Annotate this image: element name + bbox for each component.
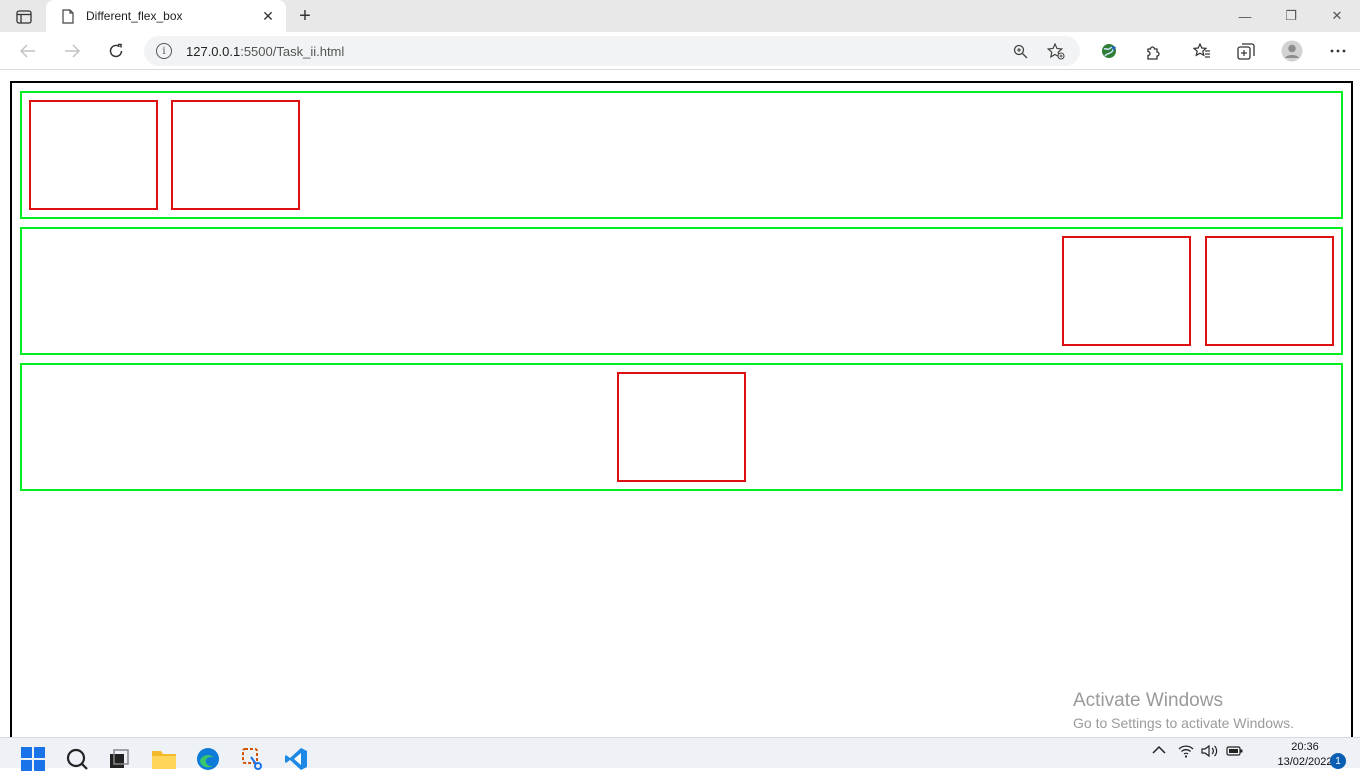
minimize-button[interactable]: — (1222, 0, 1268, 32)
page-icon (60, 8, 76, 24)
tab-strip: Different_flex_box ✕ + — ❐ ✕ (0, 0, 1360, 32)
wifi-icon[interactable] (1178, 744, 1194, 761)
flex-item (29, 100, 158, 210)
browser-toolbar: i 127.0.0.1:5500/Task_ii.html (0, 32, 1360, 70)
watermark-subtitle: Go to Settings to activate Windows. (1073, 715, 1294, 731)
clock-time: 20:36 (1291, 741, 1319, 753)
favorites-icon[interactable] (1188, 37, 1216, 65)
url-text[interactable]: 127.0.0.1:5500/Task_ii.html (186, 44, 996, 59)
search-icon[interactable] (64, 746, 90, 772)
new-tab-button[interactable]: + (292, 4, 318, 28)
tab-actions-icon[interactable] (10, 6, 38, 28)
extensions-icon[interactable] (1139, 37, 1167, 65)
more-menu-icon[interactable] (1324, 37, 1352, 65)
battery-icon[interactable] (1226, 744, 1244, 761)
add-favorite-icon[interactable] (1044, 39, 1068, 63)
flex-row-start (20, 91, 1343, 219)
flex-row-end (20, 227, 1343, 355)
volume-icon[interactable] (1201, 744, 1219, 761)
window-controls: — ❐ ✕ (1222, 0, 1360, 32)
collections-icon[interactable] (1232, 37, 1260, 65)
notification-badge[interactable]: 1 (1330, 753, 1346, 769)
outer-container (10, 81, 1353, 761)
address-bar[interactable]: i 127.0.0.1:5500/Task_ii.html (144, 36, 1080, 66)
flex-item (1205, 236, 1334, 346)
file-explorer-icon[interactable] (151, 746, 177, 772)
page-viewport (0, 71, 1360, 761)
flex-row-center (20, 363, 1343, 491)
back-icon[interactable] (14, 37, 42, 65)
url-host: 127.0.0.1 (186, 43, 241, 59)
task-view-icon[interactable] (106, 746, 132, 772)
flex-item (1062, 236, 1191, 346)
url-path: :5500/Task_ii.html (240, 43, 345, 59)
system-clock[interactable]: 20:36 13/02/2022 (1270, 740, 1340, 770)
flex-item (171, 100, 300, 210)
close-window-button[interactable]: ✕ (1314, 0, 1360, 32)
refresh-icon[interactable] (102, 37, 130, 65)
flex-item (617, 372, 746, 482)
watermark-title: Activate Windows (1073, 690, 1223, 711)
zoom-icon[interactable] (1008, 39, 1032, 63)
forward-icon[interactable] (58, 37, 86, 65)
edge-icon[interactable] (195, 746, 221, 772)
maximize-button[interactable]: ❐ (1268, 0, 1314, 32)
start-icon[interactable] (20, 746, 46, 772)
activate-windows-watermark: Activate Windows Go to Settings to activ… (1073, 690, 1294, 731)
vscode-icon[interactable] (283, 746, 309, 772)
tab-title: Different_flex_box (86, 9, 183, 23)
profile-avatar[interactable] (1278, 37, 1306, 65)
site-info-icon[interactable]: i (156, 43, 172, 59)
close-tab-icon[interactable]: ✕ (260, 8, 276, 24)
taskbar: 20:36 13/02/2022 1 (0, 737, 1360, 771)
chevron-up-icon[interactable] (1152, 744, 1166, 758)
browser-tab[interactable]: Different_flex_box ✕ (46, 0, 286, 32)
snipping-tool-icon[interactable] (240, 746, 266, 772)
extension-globe-icon[interactable] (1095, 37, 1123, 65)
